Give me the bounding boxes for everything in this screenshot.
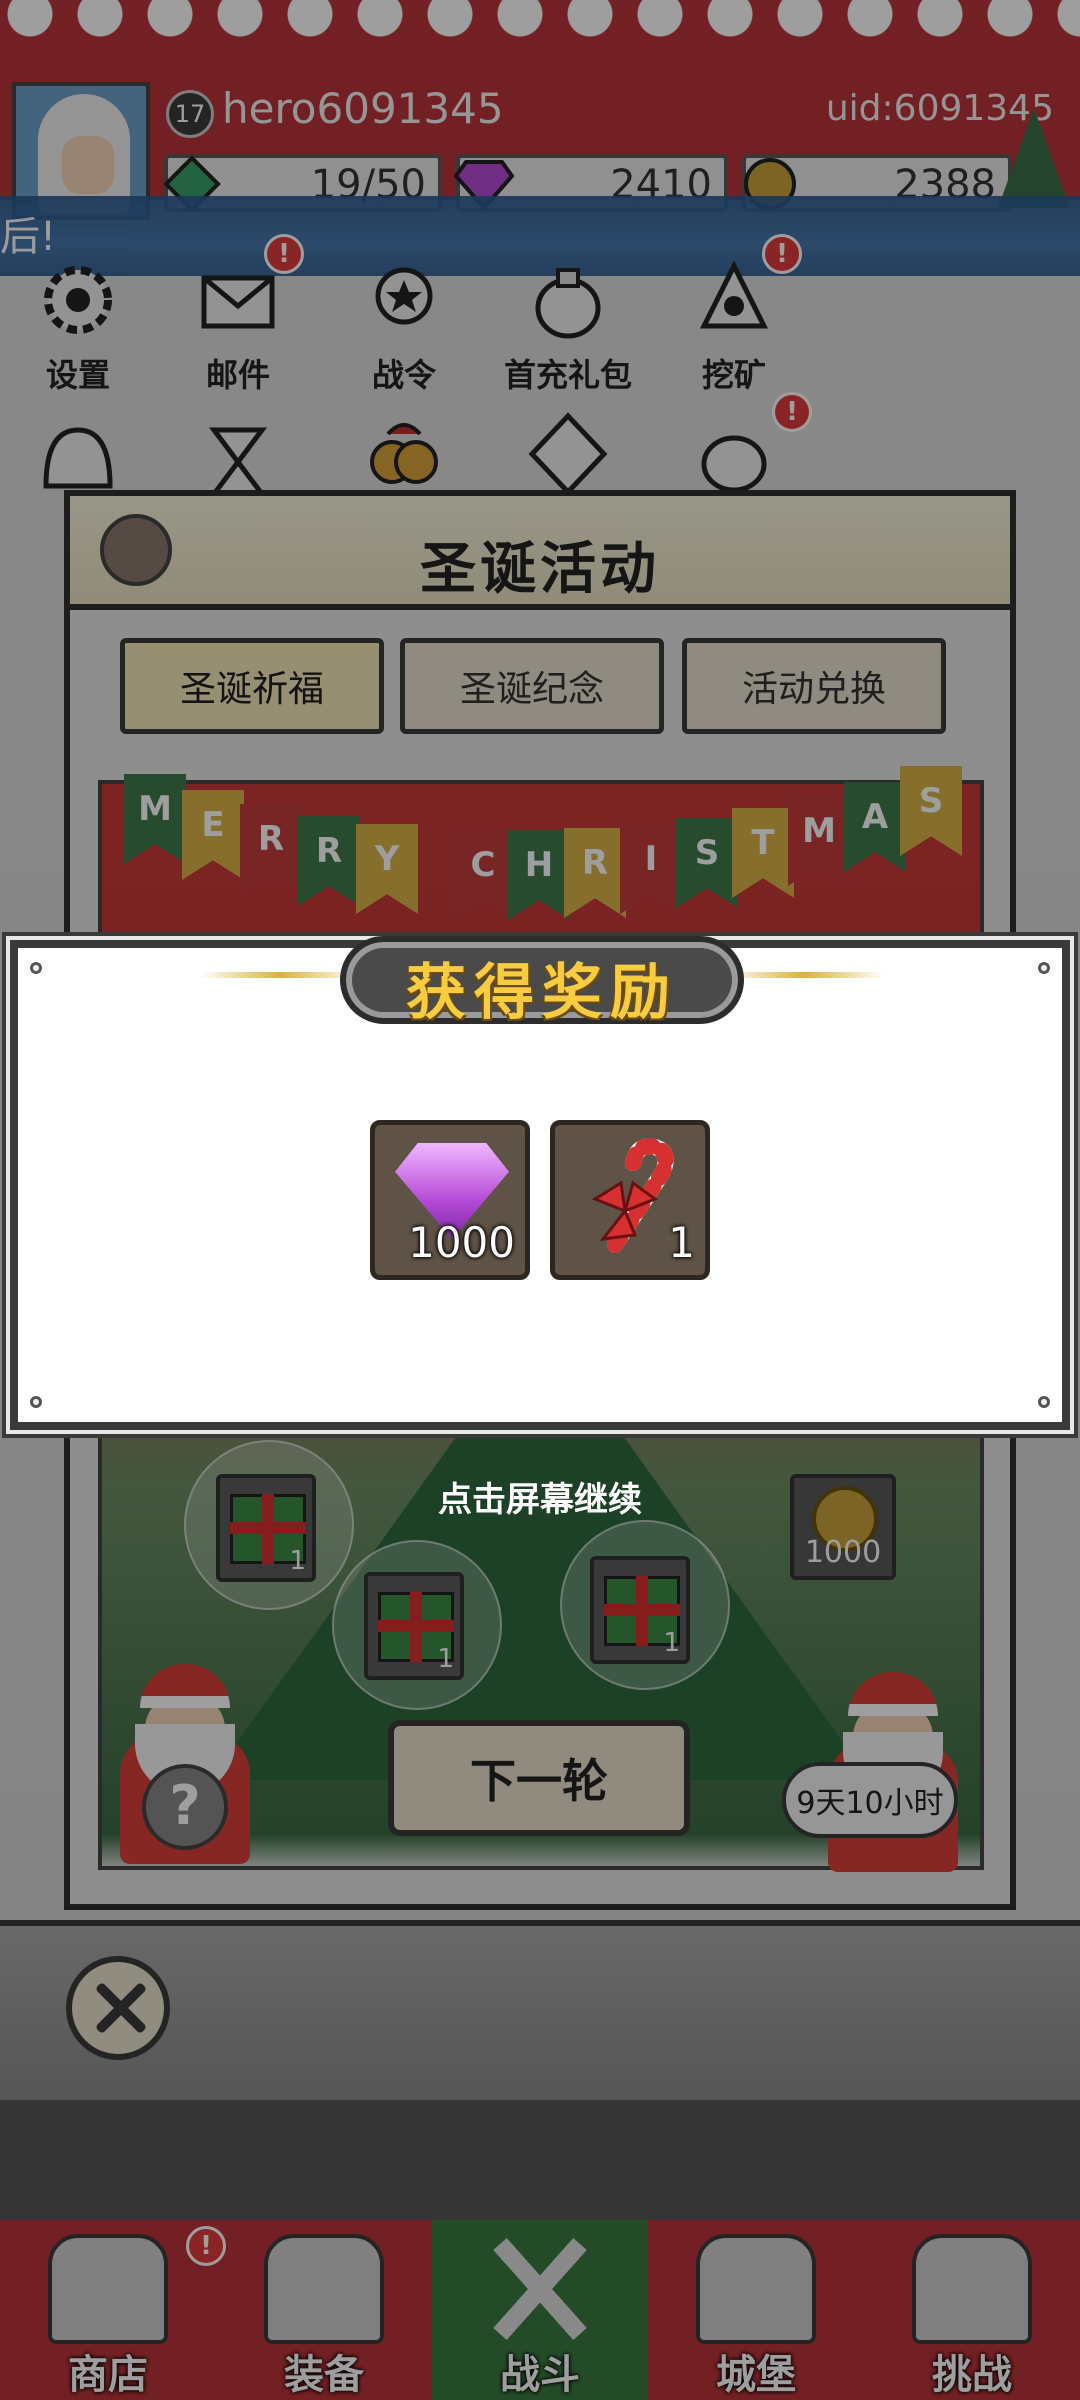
reward-title: 获得奖励 xyxy=(406,958,678,1028)
title-wing-left xyxy=(200,972,360,978)
tap-to-continue-hint: 点击屏幕继续 xyxy=(438,1480,642,1520)
reward-item-candy[interactable]: 1 xyxy=(550,1120,710,1280)
reward-item-gem[interactable]: 1000 xyxy=(370,1120,530,1280)
modal-rivet xyxy=(1038,962,1050,974)
reward-candy-qty: 1 xyxy=(668,1218,695,1267)
game-scene: 17 hero6091345 uid:6091345 19/50 2410 23… xyxy=(0,0,1080,2400)
modal-rivet xyxy=(30,962,42,974)
title-wing-right xyxy=(724,972,884,978)
modal-rivet xyxy=(1038,1396,1050,1408)
modal-rivet xyxy=(30,1396,42,1408)
reward-gem-qty: 1000 xyxy=(408,1218,515,1267)
